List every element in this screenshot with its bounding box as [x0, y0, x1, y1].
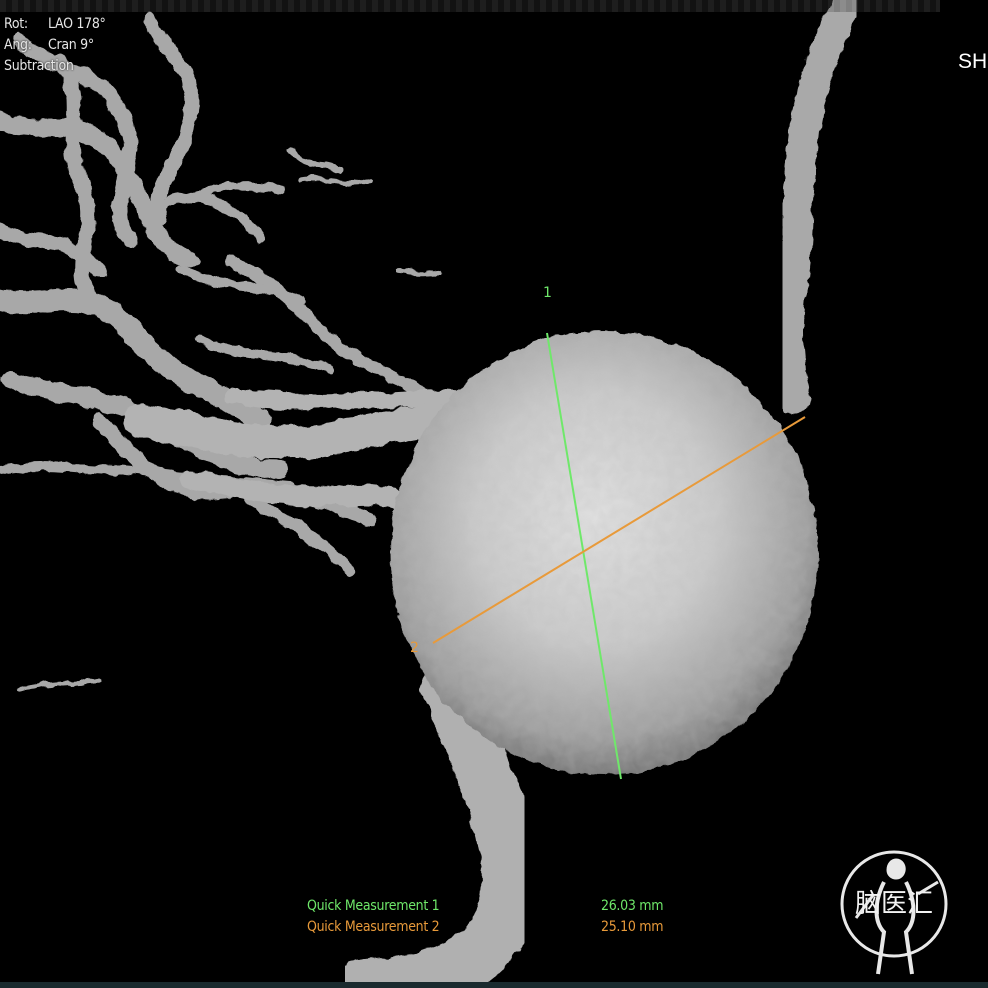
- mode-label: Subtraction: [4, 58, 74, 74]
- bottom-bar: [0, 982, 988, 988]
- volume-render-image: [0, 0, 865, 988]
- rotation-label: Rot:: [4, 16, 28, 32]
- measurement-2-name: Quick Measurement 2: [307, 919, 440, 935]
- top-redacted-bar: [0, 0, 940, 12]
- angulation-row: Ang: Cran 9°: [4, 35, 106, 56]
- measurement-2-value: 25.10 mm: [601, 919, 664, 935]
- watermark-logo: 脑医汇: [840, 850, 948, 975]
- corner-label: SH: [958, 50, 988, 73]
- watermark-text: 脑医汇: [855, 889, 933, 919]
- angulation-label: Ang:: [4, 37, 32, 53]
- measurement-1-name: Quick Measurement 1: [307, 898, 440, 914]
- volume-render-viewport[interactable]: Rot: LAO 178° Ang: Cran 9° Subtraction SH …: [0, 0, 988, 988]
- measurement-1-value: 26.03 mm: [601, 898, 664, 914]
- measurement-2-index: 2: [410, 640, 419, 656]
- aneurysm-sac: [390, 331, 818, 775]
- superior-vessel: [773, 0, 865, 415]
- rotation-row: Rot: LAO 178°: [4, 14, 106, 35]
- angulation-value: Cran 9°: [48, 37, 94, 53]
- rotation-value: LAO 178°: [48, 16, 106, 32]
- mode-row: Subtraction: [4, 56, 106, 77]
- view-info: Rot: LAO 178° Ang: Cran 9° Subtraction: [4, 14, 106, 77]
- vessel-network-left: [0, 13, 443, 693]
- measurement-1-index: 1: [543, 285, 552, 301]
